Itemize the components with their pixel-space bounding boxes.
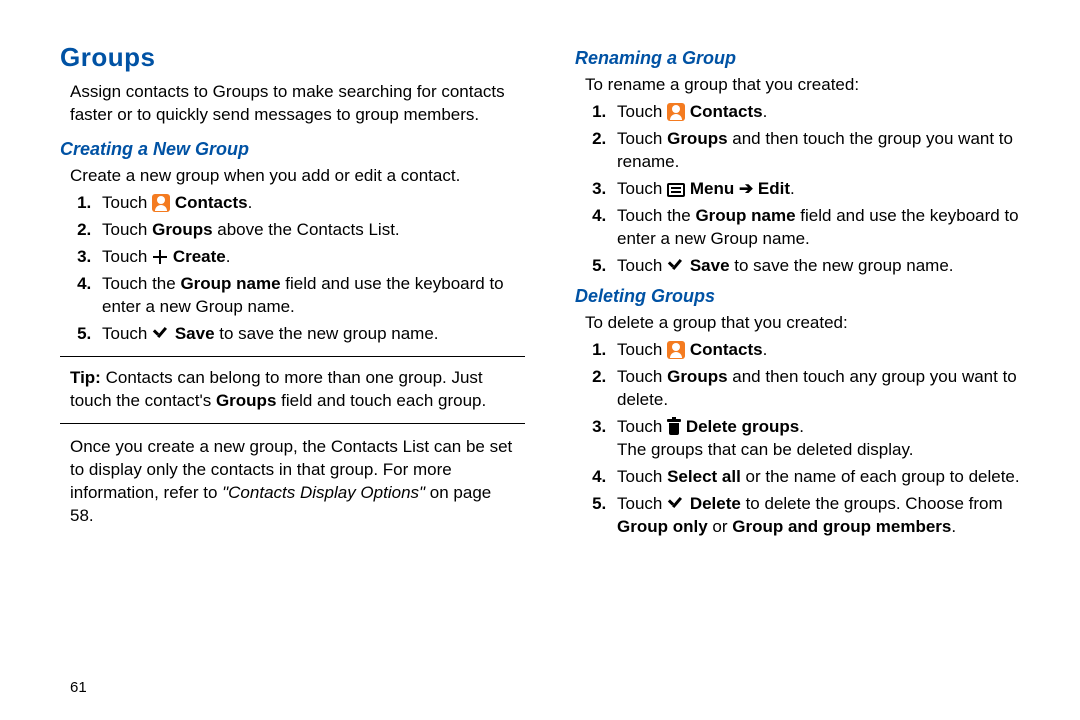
right-column: Renaming a Group To rename a group that …	[575, 40, 1040, 543]
step-2: Touch Groups above the Contacts List.	[96, 219, 525, 242]
subheading-deleting: Deleting Groups	[575, 284, 1040, 308]
trash-icon	[667, 419, 681, 435]
step-5: Touch Delete to delete the groups. Choos…	[611, 493, 1040, 539]
renaming-steps: Touch Contacts. Touch Groups and then to…	[587, 101, 1040, 278]
divider	[60, 356, 525, 357]
manual-page: Groups Assign contacts to Groups to make…	[0, 0, 1080, 720]
step-1: Touch Contacts.	[611, 339, 1040, 362]
step-2: Touch Groups and then touch the group yo…	[611, 128, 1040, 174]
check-icon	[667, 497, 685, 511]
tip-block: Tip: Contacts can belong to more than on…	[70, 367, 515, 413]
post-note: Once you create a new group, the Contact…	[70, 436, 515, 528]
page-number: 61	[70, 678, 87, 698]
deleting-steps: Touch Contacts. Touch Groups and then to…	[587, 339, 1040, 539]
groups-intro: Assign contacts to Groups to make search…	[70, 81, 525, 127]
creating-steps: Touch Contacts. Touch Groups above the C…	[72, 192, 525, 346]
section-title-groups: Groups	[60, 40, 525, 75]
renaming-lead: To rename a group that you created:	[585, 74, 1040, 97]
step-2: Touch Groups and then touch any group yo…	[611, 366, 1040, 412]
subheading-renaming: Renaming a Group	[575, 46, 1040, 70]
divider	[60, 423, 525, 424]
left-column: Groups Assign contacts to Groups to make…	[60, 40, 525, 543]
step-5: Touch Save to save the new group name.	[611, 255, 1040, 278]
crossref: "Contacts Display Options"	[222, 483, 425, 502]
step-1: Touch Contacts.	[611, 101, 1040, 124]
step-3: Touch Create.	[96, 246, 525, 269]
creating-lead: Create a new group when you add or edit …	[70, 165, 525, 188]
step-text: Touch	[102, 193, 152, 212]
step-5: Touch Save to save the new group name.	[96, 323, 525, 346]
contacts-label: Contacts	[175, 193, 248, 212]
subheading-creating: Creating a New Group	[60, 137, 525, 161]
plus-icon	[152, 249, 168, 265]
deleting-lead: To delete a group that you created:	[585, 312, 1040, 335]
step-4: Touch the Group name field and use the k…	[611, 205, 1040, 251]
contacts-icon	[667, 341, 685, 359]
arrow-icon: ➔	[734, 179, 758, 198]
contacts-icon	[152, 194, 170, 212]
contacts-icon	[667, 103, 685, 121]
step-4: Touch Select all or the name of each gro…	[611, 466, 1040, 489]
step-1: Touch Contacts.	[96, 192, 525, 215]
menu-icon	[667, 183, 685, 197]
step-3: Touch Delete groups. The groups that can…	[611, 416, 1040, 462]
check-icon	[152, 327, 170, 341]
step-3: Touch Menu ➔ Edit.	[611, 178, 1040, 201]
check-icon	[667, 259, 685, 273]
step-4: Touch the Group name field and use the k…	[96, 273, 525, 319]
